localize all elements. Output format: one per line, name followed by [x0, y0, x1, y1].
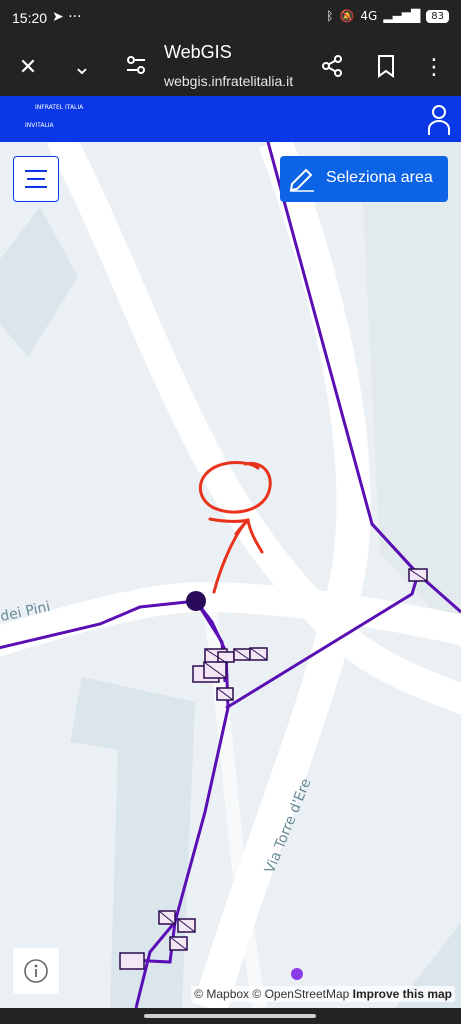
gesture-navbar [0, 1008, 461, 1024]
status-right-icons: ᛒ 🔕 4G ▂▄▆█ 83 [326, 9, 449, 23]
status-time: 15:20 [12, 10, 48, 26]
telegram-icon: ➤ [52, 9, 64, 25]
improve-map-link[interactable]: Improve this map [353, 987, 452, 1001]
user-icon[interactable] [427, 104, 451, 140]
map-canvas[interactable]: dei Pini Via Torre d'Ere Seleziona area … [0, 142, 461, 1008]
logo-invitalia: INVITALIA [25, 122, 54, 129]
page-title: WebGIS [164, 42, 232, 62]
bookmark-icon[interactable] [372, 54, 400, 86]
status-bar: 15:20 ➤ ··· ᛒ 🔕 4G ▂▄▆█ 83 [0, 0, 461, 40]
road-shape [0, 581, 461, 657]
battery-icon: 83 [426, 9, 449, 23]
logo-infratel: INFRATEL ITALIA [35, 104, 84, 111]
menu-bar [25, 186, 47, 188]
close-icon[interactable]: ✕ [14, 54, 42, 82]
tune-icon[interactable] [122, 54, 150, 84]
menu-bar [25, 170, 47, 172]
more-dots-icon: ··· [68, 9, 82, 25]
select-area-button[interactable]: Seleziona area [280, 156, 448, 202]
home-gesture-pill[interactable] [144, 1014, 316, 1018]
network-node[interactable] [291, 968, 303, 980]
mute-icon: 🔕 [339, 9, 355, 23]
browser-toolbar: ✕ ⌄ WebGIS webgis.infratelitalia.it ⋮ [0, 40, 461, 96]
attribution-osm[interactable]: © OpenStreetMap [252, 987, 349, 1001]
map-attribution: © Mapbox © OpenStreetMap Improve this ma… [191, 986, 455, 1002]
junction-box[interactable] [119, 952, 145, 970]
select-area-label: Seleziona area [326, 169, 433, 186]
network-label: 4G [360, 9, 378, 23]
signal-icon: ▂▄▆█ [383, 9, 421, 23]
pencil-icon [288, 166, 316, 196]
network-node[interactable] [186, 591, 206, 611]
more-vert-icon[interactable]: ⋮ [420, 54, 448, 82]
map-svg [0, 142, 461, 1008]
chevron-down-icon[interactable]: ⌄ [68, 54, 96, 82]
share-icon[interactable] [318, 54, 346, 86]
status-left-icons: ➤ ··· [52, 9, 82, 25]
building-shape [0, 207, 78, 357]
bluetooth-icon: ᛒ [326, 9, 334, 23]
attribution-mapbox[interactable]: © Mapbox [194, 987, 249, 1001]
app-header: INFRATEL ITALIA INVITALIA [0, 96, 461, 142]
info-icon [24, 959, 48, 983]
page-url[interactable]: webgis.infratelitalia.it [164, 73, 293, 89]
junction-box[interactable] [217, 651, 235, 663]
menu-button[interactable] [13, 156, 59, 202]
menu-bar [27, 178, 45, 180]
info-button[interactable] [13, 948, 59, 994]
